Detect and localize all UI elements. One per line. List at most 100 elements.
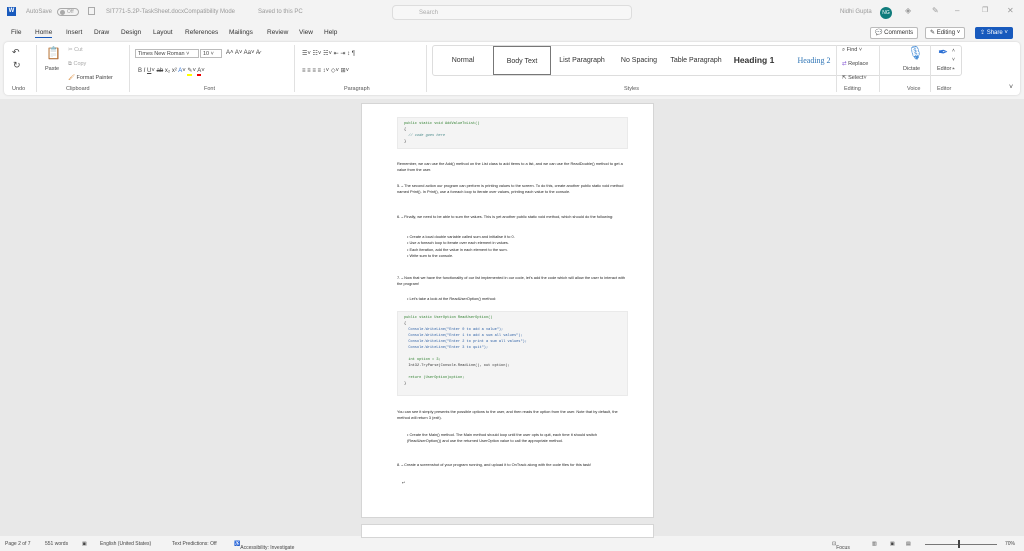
style-table-paragraph[interactable]: Table Paragraph [667, 46, 725, 75]
style-heading-2[interactable]: Heading 2 [785, 46, 843, 75]
accessibility-label: Accessibility: Investigate [240, 545, 295, 551]
zoom-slider[interactable] [925, 544, 997, 545]
tab-layout[interactable]: Layout [153, 29, 173, 36]
tab-home[interactable]: Home [35, 29, 53, 38]
web-layout-icon[interactable]: ▤ [906, 541, 911, 547]
search-box[interactable]: Search [392, 5, 632, 20]
comments-label: Comments [884, 30, 914, 36]
next-page[interactable] [361, 524, 654, 538]
code-line: } [404, 382, 407, 386]
save-status[interactable]: Saved to this PC [258, 9, 303, 15]
proofing-icon[interactable]: ▣ [82, 541, 87, 547]
editing-mode-button[interactable]: ✎ Editing ˅ [925, 27, 966, 39]
style-no-spacing[interactable]: No Spacing [611, 46, 667, 75]
editor-icon[interactable]: ✒ [938, 45, 948, 59]
bullet-text: Create the Main() method. The Main metho… [407, 432, 598, 444]
style-body-text[interactable]: Body Text [493, 46, 551, 75]
styles-gallery: Normal Body Text List Paragraph No Spaci… [432, 45, 962, 76]
minimize-icon[interactable]: – [955, 6, 959, 15]
font-size-select[interactable]: 10 ˅ [200, 49, 222, 58]
style-heading-1[interactable]: Heading 1 [725, 46, 783, 75]
undo-group-label: Undo [12, 86, 26, 92]
list-indent-sort-icons[interactable]: ☰˅ ☷˅ ☵˅ ⇤ ⇥ ↕ ¶ [302, 50, 355, 57]
autosave-label: AutoSave [26, 9, 53, 15]
dictate-button[interactable]: Dictate [903, 66, 920, 72]
copy-label: Copy [73, 61, 87, 67]
page-count[interactable]: Page 2 of 7 [5, 541, 31, 547]
style-normal[interactable]: Normal [433, 46, 493, 75]
diamond-icon[interactable]: ◈ [905, 6, 911, 15]
comments-button[interactable]: 💬 Comments [870, 27, 919, 39]
accessibility-status[interactable]: ♿ Accessibility: Investigate [234, 541, 294, 551]
editing-label: Editing [936, 30, 956, 36]
list-item-text: Create a local double variable called su… [409, 234, 515, 239]
tab-file[interactable]: File [11, 29, 21, 36]
status-bar: Page 2 of 7 551 words ▣ English (United … [0, 537, 1024, 551]
style-list-paragraph[interactable]: List Paragraph [553, 46, 611, 75]
save-icon[interactable] [88, 7, 95, 15]
find-label: Find [846, 47, 858, 53]
text-predictions[interactable]: Text Predictions: Off [172, 541, 217, 547]
autosave-toggle[interactable]: Off [57, 8, 79, 16]
zoom-slider-thumb[interactable] [958, 540, 960, 548]
editor-button[interactable]: Editor [937, 66, 951, 72]
replace-button[interactable]: ⇄ Replace [842, 61, 868, 67]
avatar[interactable]: NG [880, 7, 892, 19]
word-app-icon: W [7, 7, 16, 16]
tab-insert[interactable]: Insert [66, 29, 82, 36]
paste-icon[interactable]: 📋 [46, 46, 61, 60]
editing-group-label: Editing [844, 86, 861, 92]
font-name-select[interactable]: Times New Roman ˅ [135, 49, 199, 58]
paragraph-step-7: 7.→Now that we have the functionality of… [397, 275, 626, 287]
paragraph-step-6: 6.→Finally, we need to be able to sum th… [397, 214, 614, 219]
read-mode-icon[interactable]: ▥ [872, 541, 877, 547]
redo-icon[interactable]: ↻ [13, 60, 21, 71]
format-painter-button[interactable]: 🖌 Format Painter [68, 75, 113, 81]
document-filename[interactable]: SIT771-5.2P-TaskSheet.docx [106, 9, 184, 15]
language[interactable]: English (United States) [100, 541, 151, 547]
font-format-icons[interactable]: B I U˅ ab x₂ x² A˅ ✎˅ A˅ [138, 67, 205, 76]
print-layout-icon[interactable]: ▣ [890, 541, 895, 547]
paragraph-step-5: 5.→The second action our program can per… [397, 183, 624, 195]
user-name[interactable]: Nidhi Gupta [840, 9, 872, 15]
paragraph-see: You can see it simply presents the possi… [397, 409, 618, 421]
tab-review[interactable]: Review [267, 29, 288, 36]
styles-scroll[interactable]: ˄ ˅ ⩡ [952, 47, 955, 74]
tab-view[interactable]: View [299, 29, 313, 36]
microphone-icon[interactable]: 🎙 [907, 45, 924, 61]
format-painter-label: Format Painter [76, 75, 113, 81]
share-label: Share [986, 30, 1003, 36]
font-grow-shrink-case-icons[interactable]: A˄ A˅ Aa˅ A̷ [226, 50, 260, 56]
close-icon[interactable]: ✕ [1007, 6, 1014, 15]
pen-icon[interactable]: ✎ [932, 6, 939, 15]
code-block-read-user-option: public static UserOption ReadUserOption(… [397, 311, 628, 396]
focus-label: Focus [836, 545, 850, 551]
select-button[interactable]: ⇱ Select˅ [842, 75, 867, 81]
zoom-level[interactable]: 70% [1005, 541, 1015, 547]
collapse-ribbon-icon[interactable]: ˅ [1009, 84, 1013, 91]
list-item-text: Use a foreach loop to iterate over each … [409, 240, 509, 246]
bullet-text: Let's take a look at the ReadUserOption(… [409, 296, 497, 301]
tab-design[interactable]: Design [121, 29, 141, 36]
find-button[interactable]: ⌕ Find ˅ [842, 47, 862, 54]
cut-button[interactable]: ✂ Cut [68, 47, 83, 53]
copy-button[interactable]: ⧉ Copy [68, 61, 86, 68]
list-item-text: Write sum to the console. [409, 253, 454, 259]
tab-draw[interactable]: Draw [94, 29, 109, 36]
undo-icon[interactable]: ↶ [12, 47, 20, 58]
paste-button[interactable]: Paste [45, 66, 59, 72]
restore-icon[interactable]: ❐ [982, 6, 988, 14]
code-line: } [404, 140, 407, 144]
word-count[interactable]: 551 words [45, 541, 68, 547]
bullet-read-user-option: • Let's take a look at the ReadUserOptio… [407, 296, 497, 301]
alignment-icons[interactable]: ≡ ≡ ≡ ≡ ↕˅ ◇˅ ⊞˅ [302, 67, 349, 74]
share-button[interactable]: ⇪ Share ˅ [975, 27, 1013, 39]
tab-help[interactable]: Help [324, 29, 337, 36]
list-item-text: Each iteration, add the value in each el… [409, 246, 508, 252]
code-block-add-value: public static void AddValueToList(){ // … [397, 117, 628, 149]
tab-mailings[interactable]: Mailings [229, 29, 253, 36]
font-size-value: 10 [203, 51, 210, 57]
focus-button[interactable]: ⊡ Focus [832, 541, 850, 551]
document-page[interactable]: public static void AddValueToList(){ // … [361, 103, 654, 518]
tab-references[interactable]: References [185, 29, 218, 36]
